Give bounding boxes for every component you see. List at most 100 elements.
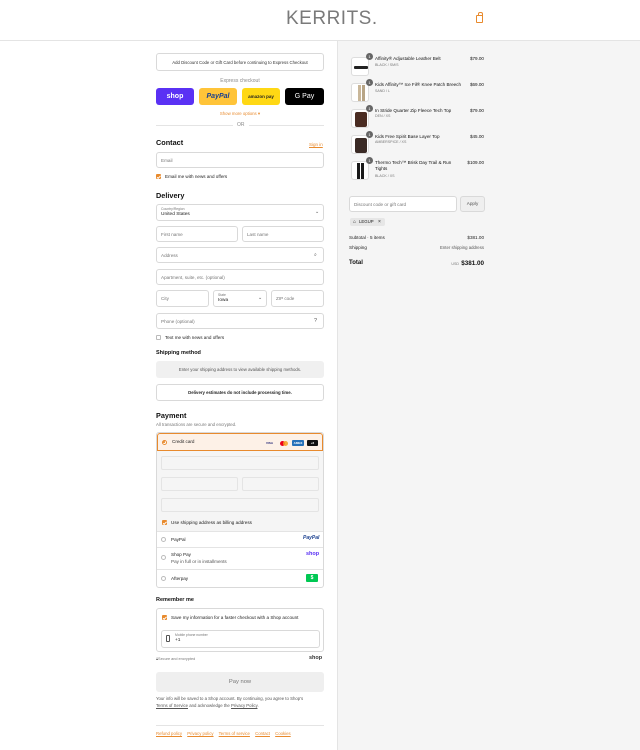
item-variant: SAND / L bbox=[375, 89, 390, 93]
product-thumbnail bbox=[351, 57, 369, 76]
card-number-field[interactable] bbox=[161, 456, 319, 470]
privacy-policy-footer-link[interactable]: Privacy policy bbox=[187, 731, 213, 736]
text-news-checkbox[interactable] bbox=[156, 335, 161, 340]
shop-pay-option[interactable]: Shop Pay Pay in full or in installments … bbox=[157, 547, 323, 569]
quantity-badge: 1 bbox=[366, 79, 373, 86]
item-name: Thermo Tech™ Brisk Day Trail & Run Tight… bbox=[375, 160, 452, 171]
chevron-down-icon: ⌄ bbox=[258, 295, 263, 301]
paypal-option[interactable]: PayPal PayPal bbox=[157, 531, 323, 547]
state-select[interactable]: State Iowa ⌄ bbox=[213, 290, 267, 307]
state-value: Iowa bbox=[218, 298, 229, 303]
shipping-method-message: Enter your shipping address to view avai… bbox=[156, 361, 324, 378]
first-name-field[interactable]: First name bbox=[156, 226, 238, 242]
shop-pay-button[interactable]: shop bbox=[156, 88, 194, 105]
subtotal-label: Subtotal · 5 items bbox=[349, 235, 385, 240]
footer-divider bbox=[156, 725, 324, 726]
secure-text: 🔒︎Secure and encrypted bbox=[156, 657, 195, 661]
phone-placeholder: Phone (optional) bbox=[161, 319, 195, 324]
or-divider-text: OR bbox=[233, 122, 249, 128]
shipping-value: Enter shipping address bbox=[440, 245, 484, 250]
security-code-field[interactable] bbox=[242, 477, 319, 491]
city-field[interactable]: City bbox=[156, 290, 209, 307]
footer-links: Refund policy Privacy policy Terms of se… bbox=[156, 731, 295, 736]
payment-heading: Payment bbox=[156, 411, 187, 420]
country-select[interactable]: Country/Region United States ⌄ bbox=[156, 204, 324, 221]
discount-input[interactable]: Discount code or gift card bbox=[349, 196, 457, 212]
delivery-heading: Delivery bbox=[156, 191, 185, 200]
delivery-estimate-notice: Delivery estimates do not include proces… bbox=[156, 384, 324, 401]
shop-pay-radio[interactable] bbox=[161, 555, 166, 560]
product-thumbnail bbox=[351, 83, 369, 102]
item-price: $79.00 bbox=[469, 56, 484, 61]
google-pay-button[interactable]: G Pay bbox=[285, 88, 324, 105]
header: KERRITS. bbox=[0, 0, 640, 41]
amazon-pay-button[interactable]: amazon pay bbox=[242, 88, 280, 105]
address-field[interactable]: Address ⌕ bbox=[156, 247, 324, 263]
product-thumbnail bbox=[351, 135, 369, 154]
paypal-radio[interactable] bbox=[161, 537, 166, 542]
total-label: Total bbox=[349, 260, 363, 266]
product-thumbnail bbox=[351, 109, 369, 128]
save-info-checkbox[interactable] bbox=[162, 615, 167, 620]
terms-of-service-footer-link[interactable]: Terms of service bbox=[219, 731, 250, 736]
total-value: $381.00 bbox=[461, 260, 484, 267]
quantity-badge: 1 bbox=[366, 131, 373, 138]
terms-of-service-link[interactable]: Terms of Service bbox=[156, 703, 188, 708]
country-value: United States bbox=[161, 212, 190, 217]
name-on-card-field[interactable] bbox=[161, 498, 319, 512]
contact-heading: Contact bbox=[156, 138, 184, 147]
mobile-phone-field[interactable]: Mobile phone number +1 bbox=[161, 630, 320, 648]
secure-label: Secure and encrypted bbox=[158, 657, 196, 661]
save-info-label: Save my information for a faster checkou… bbox=[171, 615, 299, 620]
text-news-label: Text me with news and offers bbox=[165, 335, 225, 340]
shopping-bag-icon[interactable] bbox=[476, 12, 483, 23]
credit-card-option[interactable]: Credit card VISA AMEX +6 bbox=[157, 433, 323, 451]
apply-button[interactable]: Apply bbox=[460, 196, 485, 212]
email-field[interactable]: Email bbox=[156, 152, 324, 168]
afterpay-option[interactable]: Afterpay $ bbox=[157, 569, 323, 588]
credit-card-radio[interactable] bbox=[162, 440, 167, 445]
visa-icon: VISA bbox=[265, 441, 273, 445]
close-icon[interactable]: × bbox=[378, 218, 381, 226]
address-placeholder: Address bbox=[161, 253, 178, 258]
pay-now-button[interactable]: Pay now bbox=[156, 672, 324, 692]
phone-icon bbox=[166, 635, 170, 642]
help-icon[interactable]: ? bbox=[314, 314, 317, 329]
privacy-policy-link[interactable]: Privacy Policy bbox=[231, 703, 257, 708]
phone-field[interactable]: Phone (optional) ? bbox=[156, 313, 324, 329]
billing-address-checkbox[interactable] bbox=[162, 520, 167, 525]
item-variant: DEN / XS bbox=[375, 114, 391, 118]
paypal-button[interactable]: PayPal bbox=[199, 88, 237, 105]
credit-card-form: Use shipping address as billing address bbox=[157, 451, 323, 531]
currency-code: USD bbox=[451, 262, 459, 266]
subtotal-value: $381.00 bbox=[467, 235, 484, 240]
show-more-options-link[interactable]: Show more options ▾ bbox=[156, 111, 324, 117]
expiration-field[interactable] bbox=[161, 477, 238, 491]
sign-in-link[interactable]: Sign in bbox=[309, 142, 323, 147]
news-checkbox[interactable] bbox=[156, 174, 161, 179]
zip-field[interactable]: ZIP code bbox=[271, 290, 324, 307]
express-checkout-label: Express checkout bbox=[220, 78, 260, 84]
refund-policy-link[interactable]: Refund policy bbox=[156, 731, 182, 736]
quantity-badge: 1 bbox=[366, 157, 373, 164]
apartment-field[interactable]: Apartment, suite, etc. (optional) bbox=[156, 269, 324, 285]
order-summary-panel bbox=[337, 41, 640, 750]
item-variant: BLACK / SM/S bbox=[375, 63, 399, 67]
contact-link[interactable]: Contact bbox=[255, 731, 270, 736]
search-icon: ⌕ bbox=[314, 252, 317, 258]
afterpay-radio[interactable] bbox=[161, 576, 166, 581]
item-name: Kids Affinity™ Ice Fil® Knee Patch Breec… bbox=[375, 82, 462, 87]
remember-me-heading: Remember me bbox=[156, 597, 194, 603]
payment-subtitle: All transactions are secure and encrypte… bbox=[156, 422, 237, 427]
product-thumbnail bbox=[351, 161, 369, 180]
terms-text: Your info will be saved to a Shop accoun… bbox=[156, 696, 324, 709]
discount-code: LEGUP bbox=[359, 219, 374, 224]
discount-tag: ⌂ LEGUP × bbox=[350, 218, 385, 226]
paypal-logo: PayPal bbox=[303, 535, 320, 541]
cookies-link[interactable]: Cookies bbox=[275, 731, 291, 736]
brand-logo[interactable]: KERRITS. bbox=[286, 8, 378, 30]
item-name: Affinity® Adjustable Leather Belt bbox=[375, 56, 441, 61]
more-cards-icon: +6 bbox=[307, 440, 318, 446]
shipping-method-heading: Shipping method bbox=[156, 350, 201, 356]
last-name-field[interactable]: Last name bbox=[242, 226, 324, 242]
